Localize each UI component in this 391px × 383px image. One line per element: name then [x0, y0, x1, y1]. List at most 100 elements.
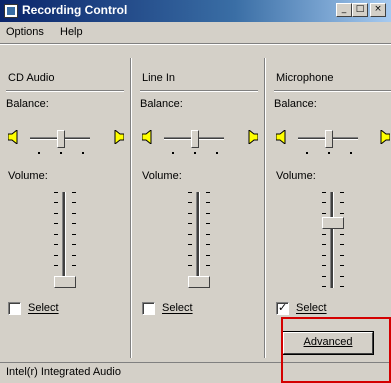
tick	[340, 255, 344, 256]
column-divider	[264, 58, 266, 358]
tick	[216, 152, 218, 154]
tick	[82, 152, 84, 154]
volume-ticks	[340, 192, 344, 288]
tick	[54, 213, 58, 214]
tick	[188, 223, 192, 224]
balance-label: Balance:	[274, 98, 317, 110]
channel-title: CD Audio	[8, 72, 55, 84]
tick	[72, 234, 76, 235]
tick	[206, 255, 210, 256]
speaker-right-icon	[248, 130, 258, 144]
tick	[194, 152, 196, 154]
tick	[188, 192, 192, 193]
tick	[350, 152, 352, 154]
menu-help-label: Help	[60, 26, 83, 38]
tick	[206, 223, 210, 224]
select-checkbox[interactable]	[142, 302, 155, 315]
volume-thumb[interactable]	[188, 276, 210, 288]
balance-thumb[interactable]	[191, 130, 199, 148]
tick	[340, 234, 344, 235]
balance-slider[interactable]	[164, 130, 244, 154]
tick	[206, 265, 210, 266]
speaker-left-icon	[8, 130, 18, 144]
channel-separator	[6, 90, 124, 92]
volume-label: Volume:	[8, 170, 48, 182]
tick	[60, 152, 62, 154]
channel-title: Line In	[142, 72, 176, 84]
tick	[340, 202, 344, 203]
channel-separator	[140, 90, 258, 92]
advanced-button[interactable]: Advanced	[283, 332, 373, 354]
tick	[340, 276, 344, 277]
volume-thumb[interactable]	[322, 217, 344, 229]
volume-track	[62, 192, 66, 288]
tick	[306, 152, 308, 154]
tick	[206, 234, 210, 235]
volume-slider[interactable]	[42, 192, 88, 292]
select-checkbox[interactable]	[8, 302, 21, 315]
tick	[54, 265, 58, 266]
tick	[54, 234, 58, 235]
tick	[54, 255, 58, 256]
close-button[interactable]: ×	[370, 3, 386, 17]
tick	[322, 213, 326, 214]
volume-ticks	[72, 192, 76, 288]
tick	[340, 213, 344, 214]
tick	[322, 192, 326, 193]
recording-control-window: Recording Control _ □ × Options Help CD …	[0, 0, 391, 383]
tick	[322, 234, 326, 235]
check-mark-icon: ✓	[278, 301, 288, 314]
channel-title: Microphone	[276, 72, 334, 84]
speaker-right-icon	[380, 130, 390, 144]
menu-options-label: Options	[6, 26, 44, 38]
select-checkbox[interactable]: ✓	[276, 301, 289, 315]
menu-help[interactable]: Help	[60, 26, 83, 38]
tick	[54, 244, 58, 245]
column-divider	[130, 58, 132, 358]
tick	[188, 244, 192, 245]
speaker-left-icon	[142, 130, 152, 144]
tick	[340, 192, 344, 193]
tick	[72, 202, 76, 203]
volume-ticks	[322, 192, 326, 288]
tick	[188, 265, 192, 266]
balance-thumb[interactable]	[325, 130, 333, 148]
tick	[206, 244, 210, 245]
tick	[322, 255, 326, 256]
channel-separator	[274, 90, 391, 92]
maximize-button[interactable]: □	[352, 3, 368, 17]
volume-track	[330, 192, 334, 288]
volume-thumb[interactable]	[54, 276, 76, 288]
advanced-button-label: Advanced	[303, 336, 353, 348]
minimize-button[interactable]: _	[336, 3, 352, 17]
balance-label: Balance:	[140, 98, 183, 110]
tick	[72, 244, 76, 245]
volume-label: Volume:	[276, 170, 316, 182]
tick	[322, 265, 326, 266]
select-label: Select	[28, 302, 59, 314]
tick	[206, 213, 210, 214]
menu-bar: Options Help	[0, 22, 391, 42]
tick	[328, 152, 330, 154]
tick	[38, 152, 40, 154]
balance-slider[interactable]	[30, 130, 110, 154]
volume-label: Volume:	[142, 170, 182, 182]
status-bar: Intel(r) Integrated Audio	[0, 362, 391, 383]
menu-options[interactable]: Options	[6, 26, 44, 38]
title-bar[interactable]: Recording Control _ □ ×	[0, 0, 391, 22]
volume-slider[interactable]	[176, 192, 222, 292]
balance-thumb[interactable]	[57, 130, 65, 148]
tick	[206, 202, 210, 203]
tick	[322, 202, 326, 203]
volume-slider[interactable]	[310, 192, 356, 292]
tick	[188, 234, 192, 235]
tick	[188, 213, 192, 214]
status-text: Intel(r) Integrated Audio	[6, 366, 121, 378]
select-label: Select	[162, 302, 193, 314]
tick	[72, 213, 76, 214]
volume-ticks	[54, 192, 58, 288]
volume-track	[196, 192, 200, 288]
tick	[54, 202, 58, 203]
balance-label: Balance:	[6, 98, 49, 110]
balance-slider[interactable]	[298, 130, 378, 154]
